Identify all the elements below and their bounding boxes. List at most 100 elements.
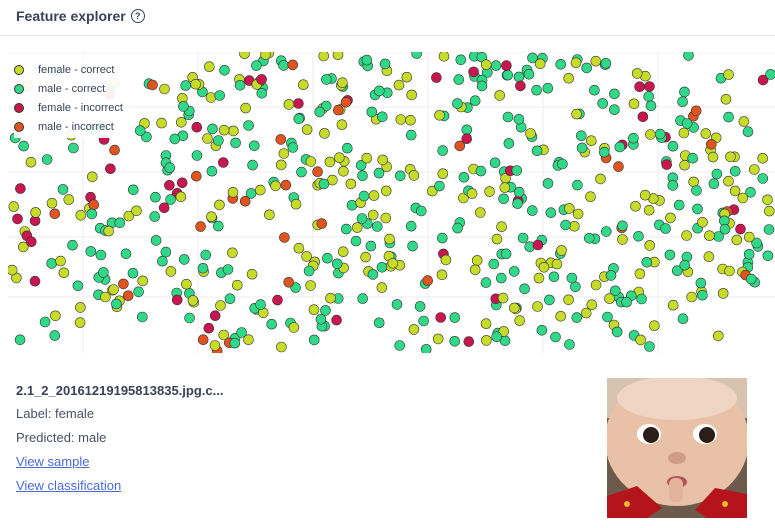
point-male-correct[interactable] <box>157 255 168 267</box>
point-male-correct[interactable] <box>357 170 368 181</box>
point-male-correct[interactable] <box>315 313 327 325</box>
point-female-correct[interactable] <box>644 240 656 251</box>
point-male-correct[interactable] <box>414 301 426 312</box>
point-female-correct[interactable] <box>333 152 345 163</box>
point-male-correct[interactable] <box>437 145 449 156</box>
point-male-correct[interactable] <box>452 98 463 109</box>
point-female-incorrect[interactable] <box>661 159 673 170</box>
view-sample-link[interactable]: View sample <box>16 450 223 474</box>
point-male-correct[interactable] <box>169 133 181 145</box>
point-male-incorrect[interactable] <box>312 166 323 177</box>
point-male-correct[interactable] <box>436 232 448 244</box>
point-female-correct[interactable] <box>401 71 413 83</box>
point-female-correct[interactable] <box>555 310 567 322</box>
point-female-correct[interactable] <box>368 190 380 201</box>
point-female-correct[interactable] <box>232 279 243 291</box>
point-female-correct[interactable] <box>209 340 221 351</box>
point-male-correct[interactable] <box>745 273 757 285</box>
point-male-incorrect[interactable] <box>332 104 344 116</box>
point-female-correct[interactable] <box>367 209 379 221</box>
point-male-correct[interactable] <box>695 277 707 289</box>
point-female-correct[interactable] <box>337 246 349 257</box>
point-male-correct[interactable] <box>255 299 266 310</box>
point-female-correct[interactable] <box>318 52 329 62</box>
point-female-correct[interactable] <box>590 279 602 291</box>
point-male-correct[interactable] <box>449 335 461 347</box>
point-female-correct[interactable] <box>725 151 736 163</box>
point-male-correct[interactable] <box>160 246 172 258</box>
point-male-correct[interactable] <box>679 259 691 271</box>
point-female-incorrect[interactable] <box>256 74 267 85</box>
point-male-correct[interactable] <box>654 128 666 140</box>
point-male-correct[interactable] <box>184 312 195 324</box>
point-male-correct[interactable] <box>452 222 463 234</box>
point-male-correct[interactable] <box>628 132 639 144</box>
point-female-correct[interactable] <box>639 189 651 201</box>
point-male-correct[interactable] <box>266 318 278 330</box>
point-female-correct[interactable] <box>387 258 399 269</box>
point-male-correct[interactable] <box>542 82 554 94</box>
point-female-incorrect[interactable] <box>158 202 170 214</box>
point-male-correct[interactable] <box>340 223 352 235</box>
point-male-correct[interactable] <box>763 224 775 235</box>
point-male-correct[interactable] <box>150 235 162 246</box>
point-female-incorrect[interactable] <box>203 322 215 334</box>
point-female-correct[interactable] <box>570 57 582 68</box>
point-female-correct[interactable] <box>738 116 750 127</box>
point-male-correct[interactable] <box>318 178 330 190</box>
point-female-correct[interactable] <box>707 151 719 163</box>
point-male-correct[interactable] <box>373 317 385 329</box>
point-female-correct[interactable] <box>595 173 606 185</box>
point-female-correct[interactable] <box>497 292 509 304</box>
point-female-correct[interactable] <box>380 212 392 224</box>
point-female-correct[interactable] <box>175 191 187 203</box>
point-female-incorrect[interactable] <box>176 177 188 189</box>
point-male-correct[interactable] <box>418 315 429 327</box>
point-female-correct[interactable] <box>762 194 773 206</box>
point-female-incorrect[interactable] <box>468 66 479 78</box>
point-male-correct[interactable] <box>677 96 688 108</box>
point-female-correct[interactable] <box>635 334 646 346</box>
point-male-correct[interactable] <box>314 106 326 118</box>
point-male-correct[interactable] <box>133 286 144 298</box>
point-male-correct[interactable] <box>576 142 588 154</box>
point-female-correct[interactable] <box>305 280 316 291</box>
point-female-correct[interactable] <box>270 180 281 192</box>
point-male-correct[interactable] <box>495 272 507 284</box>
point-male-correct[interactable] <box>673 199 685 211</box>
point-male-correct[interactable] <box>564 339 575 350</box>
point-female-correct[interactable] <box>75 210 87 221</box>
point-female-correct[interactable] <box>533 272 545 284</box>
point-female-incorrect[interactable] <box>463 336 475 347</box>
point-male-correct[interactable] <box>197 263 209 274</box>
point-female-correct[interactable] <box>757 153 769 164</box>
point-male-correct[interactable] <box>575 130 587 141</box>
point-male-correct[interactable] <box>320 305 331 316</box>
point-female-correct[interactable] <box>338 166 349 177</box>
point-male-correct[interactable] <box>331 258 343 270</box>
point-female-incorrect[interactable] <box>461 133 473 144</box>
point-female-correct[interactable] <box>551 258 563 270</box>
point-female-correct[interactable] <box>8 264 18 276</box>
point-male-correct[interactable] <box>621 296 632 308</box>
point-male-correct[interactable] <box>503 138 515 149</box>
point-female-correct[interactable] <box>275 159 287 171</box>
point-male-correct[interactable] <box>683 52 694 61</box>
point-male-incorrect[interactable] <box>283 277 295 288</box>
point-female-incorrect[interactable] <box>209 310 221 322</box>
point-male-correct[interactable] <box>519 283 530 295</box>
point-female-correct[interactable] <box>190 78 201 90</box>
point-male-correct[interactable] <box>391 299 403 310</box>
point-male-correct[interactable] <box>491 331 503 343</box>
point-male-correct[interactable] <box>137 311 148 323</box>
point-male-incorrect[interactable] <box>197 334 209 346</box>
point-female-correct[interactable] <box>239 52 250 59</box>
point-male-correct[interactable] <box>411 52 422 59</box>
point-male-correct[interactable] <box>207 123 218 135</box>
help-icon[interactable]: ? <box>130 9 145 23</box>
point-male-correct[interactable] <box>379 58 391 70</box>
point-female-incorrect[interactable] <box>12 213 23 225</box>
point-female-correct[interactable] <box>361 152 373 164</box>
point-male-incorrect[interactable] <box>690 105 702 117</box>
point-male-correct[interactable] <box>475 165 487 177</box>
